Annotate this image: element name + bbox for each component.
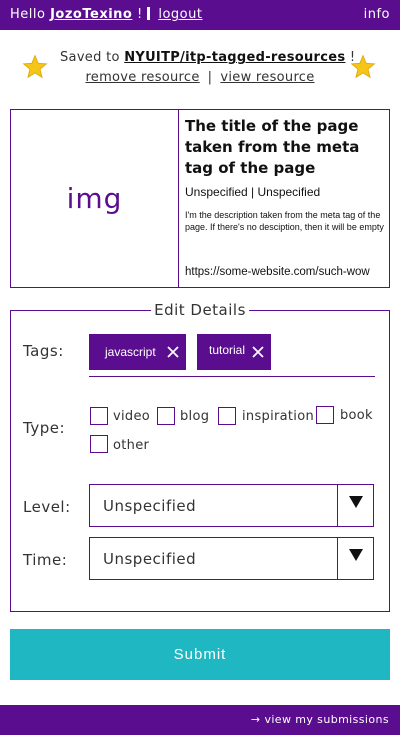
triangle-down-icon bbox=[349, 496, 363, 508]
preview-title: The title of the page taken from the met… bbox=[185, 117, 360, 177]
level-label: Level: bbox=[23, 498, 71, 516]
type-label-video: video bbox=[113, 409, 151, 424]
edit-details-fieldset: Edit Details Tags: javascript tutorial T… bbox=[10, 301, 390, 612]
user-greeting: Hello JozoTexino ! logout bbox=[10, 7, 202, 22]
saved-message: Saved to NYUITP/itp-tagged-resources ! r… bbox=[60, 50, 355, 85]
tags-label: Tags: bbox=[23, 342, 64, 360]
type-checkbox-other[interactable] bbox=[90, 435, 108, 453]
saved-suffix: ! bbox=[349, 50, 356, 65]
tag-chip: javascript bbox=[89, 334, 186, 370]
time-select[interactable]: Unspecified bbox=[89, 537, 374, 580]
type-checkbox-book[interactable] bbox=[316, 406, 334, 424]
image-placeholder-text: img bbox=[66, 182, 123, 215]
type-label-book: book bbox=[340, 408, 373, 423]
submit-button[interactable]: Submit bbox=[10, 629, 390, 680]
close-icon[interactable] bbox=[166, 345, 180, 359]
tag-chip-label: javascript bbox=[105, 345, 156, 359]
type-checkbox-video[interactable] bbox=[90, 407, 108, 425]
tag-chip: tutorial bbox=[197, 334, 271, 370]
level-select-value: Unspecified bbox=[103, 497, 197, 515]
type-label-blog: blog bbox=[180, 409, 210, 424]
resource-preview-card: img The title of the page taken from the… bbox=[10, 109, 390, 288]
link-separator: | bbox=[207, 70, 213, 85]
username-link[interactable]: JozoTexino bbox=[50, 7, 132, 22]
greeting-text: Hello bbox=[10, 7, 46, 22]
time-dropdown-button[interactable] bbox=[337, 538, 373, 579]
remove-resource-link[interactable]: remove resource bbox=[85, 70, 199, 85]
level-select[interactable]: Unspecified bbox=[89, 484, 374, 527]
level-dropdown-button[interactable] bbox=[337, 485, 373, 526]
type-label-other: other bbox=[113, 438, 150, 453]
type-label-inspiration: inspiration bbox=[242, 409, 315, 424]
arrow-right-icon: → bbox=[250, 713, 261, 726]
star-icon bbox=[22, 54, 48, 79]
type-label: Type: bbox=[23, 419, 66, 437]
top-nav-bar: Hello JozoTexino ! logout info bbox=[0, 0, 400, 30]
view-resource-link[interactable]: view resource bbox=[220, 70, 314, 85]
time-label: Time: bbox=[23, 551, 68, 569]
repo-link[interactable]: NYUITP/itp-tagged-resources bbox=[124, 50, 345, 65]
triangle-down-icon bbox=[349, 549, 363, 561]
preview-image-placeholder: img bbox=[11, 110, 179, 287]
preview-description: I'm the description taken from the meta … bbox=[185, 210, 384, 232]
logout-link[interactable]: logout bbox=[158, 7, 202, 22]
view-submissions-link[interactable]: → view my submissions bbox=[251, 713, 389, 726]
info-link[interactable]: info bbox=[364, 7, 390, 22]
preview-meta: Unspecified | Unspecified bbox=[185, 185, 321, 199]
saved-prefix: Saved to bbox=[60, 50, 120, 65]
nav-divider bbox=[146, 7, 150, 20]
close-icon[interactable] bbox=[251, 345, 265, 359]
type-checkbox-blog[interactable] bbox=[157, 407, 175, 425]
type-checkbox-inspiration[interactable] bbox=[218, 407, 236, 425]
view-submissions-label: view my submissions bbox=[264, 713, 389, 726]
preview-info: The title of the page taken from the met… bbox=[185, 116, 389, 286]
tag-chip-label: tutorial bbox=[209, 343, 246, 357]
edit-details-legend: Edit Details bbox=[151, 301, 249, 319]
tags-input-underline[interactable] bbox=[89, 376, 375, 377]
greeting-exclamation: ! bbox=[137, 7, 143, 22]
footer-bar: → view my submissions bbox=[0, 705, 400, 735]
time-select-value: Unspecified bbox=[103, 550, 197, 568]
preview-url[interactable]: https://some-website.com/such-wow bbox=[185, 266, 370, 278]
